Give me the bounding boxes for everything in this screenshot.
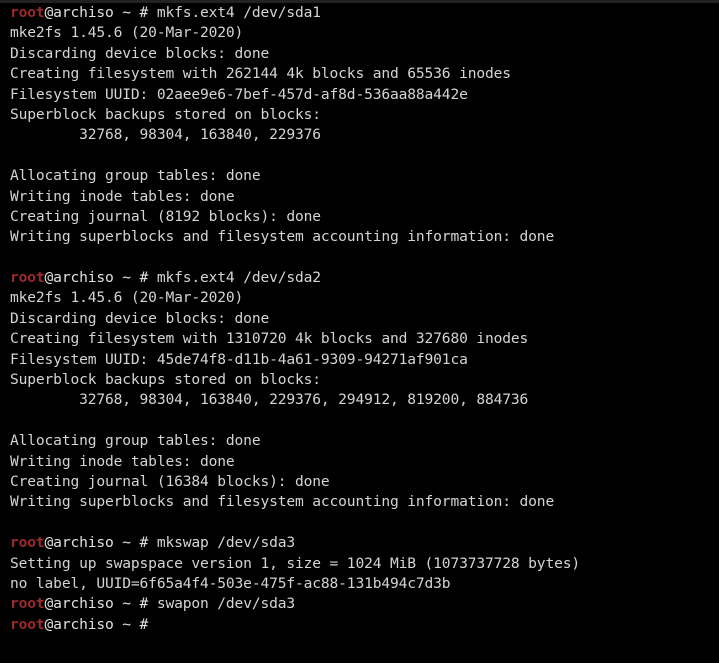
terminal-output-line: Superblock backups stored on blocks:: [10, 105, 719, 125]
terminal-output-text: [10, 147, 19, 164]
terminal-prompt-line: root@archiso ~ # mkfs.ext4 /dev/sda1: [10, 3, 719, 23]
terminal-output-line: 32768, 98304, 163840, 229376, 294912, 81…: [10, 390, 719, 410]
terminal-output-text: Creating journal (8192 blocks): done: [10, 207, 321, 225]
terminal-output-text: Filesystem UUID: 02aee9e6-7bef-457d-af8d…: [10, 85, 468, 103]
terminal-blank-line: [10, 146, 719, 166]
terminal-prompt-line: root@archiso ~ # mkswap /dev/sda3: [10, 533, 719, 553]
terminal-output-line: Filesystem UUID: 02aee9e6-7bef-457d-af8d…: [10, 85, 719, 105]
terminal-output-text: Discarding device blocks: done: [10, 44, 270, 62]
terminal-blank-line: [10, 411, 719, 431]
terminal-output-text: Allocating group tables: done: [10, 167, 261, 185]
terminal-output-text: [10, 249, 19, 266]
terminal-output-line: 32768, 98304, 163840, 229376: [10, 125, 719, 145]
terminal-output-text: Superblock backups stored on blocks:: [10, 371, 321, 389]
terminal-screen[interactable]: root@archiso ~ # mkfs.ext4 /dev/sda1 mke2…: [10, 3, 719, 663]
terminal-output-line: Setting up swapspace version 1, size = 1…: [10, 554, 719, 574]
prompt-host-path-symbol: @archiso ~ #: [44, 615, 157, 633]
terminal-output-line: Creating journal (8192 blocks): done: [10, 207, 719, 227]
terminal-output-text: Writing inode tables: done: [10, 452, 235, 470]
terminal-prompt-line: root@archiso ~ # mkfs.ext4 /dev/sda2: [10, 268, 719, 288]
terminal-window[interactable]: root@archiso ~ # mkfs.ext4 /dev/sda1 mke2…: [0, 0, 719, 663]
terminal-command: mkfs.ext4 /dev/sda2: [156, 269, 321, 287]
terminal-output-line: Filesystem UUID: 45de74f8-d11b-4a61-9309…: [10, 350, 719, 370]
terminal-output-text: [10, 412, 19, 429]
terminal-output-line: Allocating group tables: done: [10, 431, 719, 451]
terminal-output-line: mke2fs 1.45.6 (20-Mar-2020): [10, 288, 719, 308]
prompt-host-path-symbol: @archiso ~ #: [44, 269, 157, 287]
terminal-output-line: Creating journal (16384 blocks): done: [10, 472, 719, 492]
prompt-user: root: [10, 595, 45, 613]
terminal-output-text: mke2fs 1.45.6 (20-Mar-2020): [10, 289, 244, 307]
terminal-output-text: Creating filesystem with 262144 4k block…: [10, 65, 511, 83]
terminal-output-text: Superblock backups stored on blocks:: [10, 105, 321, 123]
terminal-output-text: 32768, 98304, 163840, 229376, 294912, 81…: [10, 391, 529, 409]
prompt-user: root: [10, 615, 45, 633]
terminal-prompt-line: root@archiso ~ #: [10, 615, 719, 635]
prompt-user: root: [10, 534, 45, 552]
terminal-output-text: mke2fs 1.45.6 (20-Mar-2020): [10, 24, 244, 42]
terminal-output-text: Writing superblocks and filesystem accou…: [10, 228, 555, 246]
prompt-host-path-symbol: @archiso ~ #: [44, 4, 157, 21]
prompt-host-path-symbol: @archiso ~ #: [44, 534, 157, 552]
terminal-command: mkswap /dev/sda3: [156, 534, 296, 552]
terminal-output-line: Discarding device blocks: done: [10, 309, 719, 329]
terminal-output-line: no label, UUID=6f65a4f4-503e-475f-ac88-1…: [10, 574, 719, 594]
terminal-output-line: Creating filesystem with 1310720 4k bloc…: [10, 329, 719, 349]
terminal-command: mkfs.ext4 /dev/sda1: [156, 4, 321, 21]
terminal-output-text: Creating filesystem with 1310720 4k bloc…: [10, 330, 529, 348]
terminal-command: swapon /dev/sda3: [156, 595, 296, 613]
terminal-output-text: Writing superblocks and filesystem accou…: [10, 493, 555, 511]
terminal-output-text: [10, 514, 19, 531]
prompt-user: root: [10, 4, 45, 21]
prompt-host-path-symbol: @archiso ~ #: [44, 595, 157, 613]
terminal-output-line: Writing superblocks and filesystem accou…: [10, 492, 719, 512]
terminal-output-line: Creating filesystem with 262144 4k block…: [10, 64, 719, 84]
terminal-output-line: Writing inode tables: done: [10, 452, 719, 472]
terminal-output-text: Discarding device blocks: done: [10, 309, 270, 327]
terminal-output-text: Writing inode tables: done: [10, 187, 235, 205]
prompt-user: root: [10, 269, 45, 287]
terminal-output-line: Discarding device blocks: done: [10, 44, 719, 64]
terminal-output-text: Setting up swapspace version 1, size = 1…: [10, 554, 580, 572]
terminal-blank-line: [10, 513, 719, 533]
terminal-output-line: Allocating group tables: done: [10, 166, 719, 186]
terminal-output-text: Filesystem UUID: 45de74f8-d11b-4a61-9309…: [10, 350, 468, 368]
terminal-output-text: 32768, 98304, 163840, 229376: [10, 126, 321, 144]
terminal-prompt-line: root@archiso ~ # swapon /dev/sda3: [10, 594, 719, 614]
terminal-output-text: Allocating group tables: done: [10, 432, 261, 450]
terminal-output-text: no label, UUID=6f65a4f4-503e-475f-ac88-1…: [10, 574, 451, 592]
terminal-output-line: mke2fs 1.45.6 (20-Mar-2020): [10, 23, 719, 43]
terminal-output-line: Writing superblocks and filesystem accou…: [10, 227, 719, 247]
terminal-output-line: Superblock backups stored on blocks:: [10, 370, 719, 390]
terminal-output-text: Creating journal (16384 blocks): done: [10, 472, 330, 490]
terminal-blank-line: [10, 248, 719, 268]
terminal-output-line: Writing inode tables: done: [10, 187, 719, 207]
